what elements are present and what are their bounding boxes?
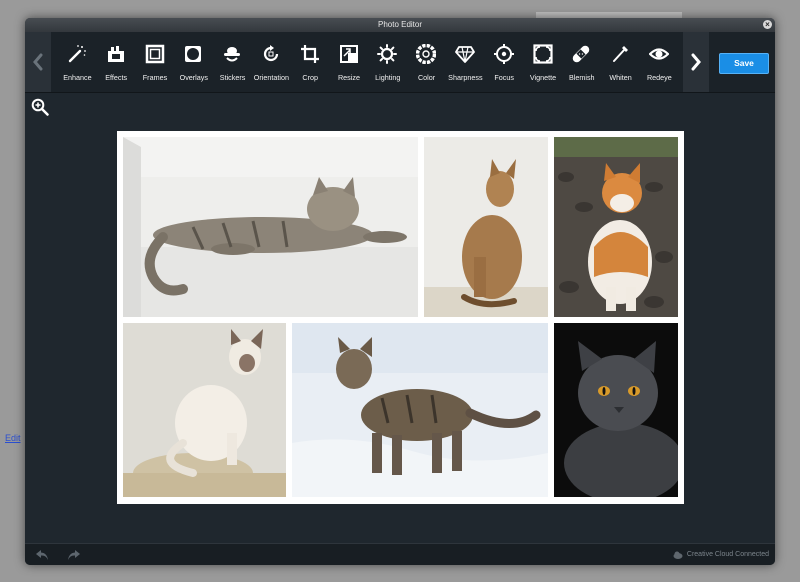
redo-icon[interactable] <box>67 549 81 561</box>
photo-canvas[interactable] <box>117 131 684 504</box>
bandage-icon <box>573 45 590 63</box>
tool-enhance[interactable]: Enhance <box>58 32 97 92</box>
vignette-icon <box>532 44 553 64</box>
tool-sharpness[interactable]: Sharpness <box>446 32 485 92</box>
creative-cloud-status: Creative Cloud Connected <box>673 549 769 561</box>
cat-photo-image <box>424 137 548 317</box>
toolbar-scroll-right-button[interactable] <box>683 32 709 92</box>
chevron-left-icon <box>33 53 43 71</box>
collage-photo-siamese[interactable] <box>123 323 286 497</box>
photo-editor-window: Photo Editor × Enhance Effects Frames Ov… <box>25 18 775 565</box>
save-button[interactable]: Save <box>719 53 769 74</box>
tool-focus[interactable]: Focus <box>485 32 524 92</box>
collage-photo-grey[interactable] <box>554 323 678 497</box>
chevron-right-icon <box>691 53 701 71</box>
diamond-icon <box>455 46 475 63</box>
window-title: Photo Editor <box>377 20 423 29</box>
crop-icon <box>300 45 319 63</box>
color-wheel-icon <box>416 44 437 64</box>
tool-stickers[interactable]: Stickers <box>213 32 252 92</box>
collage-photo-ginger[interactable] <box>554 137 678 317</box>
tool-overlays[interactable]: Overlays <box>174 32 213 92</box>
sun-icon <box>377 44 398 64</box>
cat-photo-image <box>554 323 678 497</box>
frame-icon <box>145 44 164 64</box>
cat-photo-image <box>554 137 678 317</box>
tool-color[interactable]: Color <box>407 32 446 92</box>
zoom-in-icon[interactable] <box>31 98 49 116</box>
title-bar: Photo Editor × <box>25 18 775 32</box>
tool-effects[interactable]: Effects <box>97 32 136 92</box>
close-icon[interactable]: × <box>763 20 772 29</box>
status-text: Creative Cloud Connected <box>686 551 769 558</box>
effects-icon <box>107 46 124 62</box>
whiten-brush-icon <box>613 46 629 62</box>
cat-photo-image <box>123 137 418 317</box>
magic-wand-icon <box>68 45 86 63</box>
undo-icon[interactable] <box>35 549 49 561</box>
toolbar-scroll-left-button[interactable] <box>25 32 51 92</box>
tool-redeye[interactable]: Redeye <box>640 32 679 92</box>
bottom-bar: Creative Cloud Connected <box>25 543 775 565</box>
toolbar: Enhance Effects Frames Overlays Stickers… <box>25 32 775 93</box>
collage-photo-snow-tabby[interactable] <box>292 323 548 497</box>
tool-lighting[interactable]: Lighting <box>368 32 407 92</box>
tool-orientation[interactable]: Orientation <box>252 32 291 92</box>
sticker-icon <box>224 47 241 62</box>
eye-icon <box>648 48 669 60</box>
collage-photo-tabby-lying[interactable] <box>123 137 418 317</box>
tool-list: Enhance Effects Frames Overlays Stickers… <box>58 32 680 92</box>
tool-vignette[interactable]: Vignette <box>524 32 563 92</box>
cat-photo-image <box>123 323 286 497</box>
tool-resize[interactable]: Resize <box>330 32 369 92</box>
collage-photo-abyssinian[interactable] <box>424 137 548 317</box>
resize-icon <box>339 45 358 63</box>
overlay-icon <box>185 46 202 62</box>
rotate-icon <box>263 45 279 62</box>
creative-cloud-icon <box>673 551 683 559</box>
tool-frames[interactable]: Frames <box>136 32 175 92</box>
target-icon <box>493 44 514 64</box>
cat-photo-image <box>292 323 548 497</box>
tool-crop[interactable]: Crop <box>291 32 330 92</box>
tool-label: Redeye <box>646 73 672 82</box>
background-edit-link[interactable]: Edit <box>5 433 21 443</box>
tool-blemish[interactable]: Blemish <box>562 32 601 92</box>
tool-whiten[interactable]: Whiten <box>601 32 640 92</box>
